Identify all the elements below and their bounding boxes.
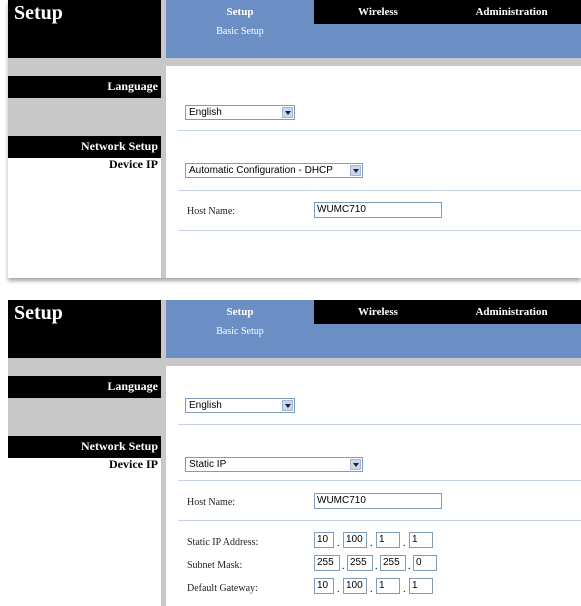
network-setup-heading: Network Setup [8,136,161,158]
section-title: Setup [14,302,63,324]
section-title: Setup [14,2,63,24]
tab-administration[interactable]: Administration [442,0,581,24]
sidebar: Setup Language Network Setup Device IP [8,300,161,606]
tab-administration[interactable]: Administration [442,300,581,324]
gateway-octet-4[interactable]: 1 [409,578,433,594]
setup-panel-dhcp: Setup Language Network Setup Device IP S… [8,0,581,278]
chevron-down-icon[interactable] [282,107,293,118]
chevron-down-icon[interactable] [350,459,361,470]
tab-setup[interactable]: Setup [166,300,314,324]
static-ip-octet-2[interactable]: 100 [343,532,367,548]
language-select[interactable]: English [185,105,295,120]
host-name-label: Host Name: [187,497,236,508]
subtab-basic-setup[interactable]: Basic Setup [166,326,314,337]
static-ip-octet-1[interactable]: 10 [314,532,334,548]
tab-wireless[interactable]: Wireless [314,0,442,24]
subtab-basic-setup[interactable]: Basic Setup [166,26,314,37]
default-gateway-label: Default Gateway: [187,583,258,594]
top-nav: Setup Wireless Administration Basic Setu… [166,300,581,358]
subnet-octet-2[interactable]: 255 [347,555,373,571]
language-heading: Language [8,376,161,398]
static-ip-octet-3[interactable]: 1 [376,532,400,548]
network-setup-heading: Network Setup [8,436,161,458]
ip-mode-select[interactable]: Automatic Configuration - DHCP [185,163,363,178]
tab-setup[interactable]: Setup [166,0,314,24]
gateway-octet-3[interactable]: 1 [376,578,400,594]
language-heading: Language [8,76,161,98]
gateway-octet-1[interactable]: 10 [314,578,334,594]
tab-wireless[interactable]: Wireless [314,300,442,324]
ip-mode-select[interactable]: Static IP [185,457,363,472]
static-ip-octet-4[interactable]: 1 [409,532,433,548]
subnet-octet-1[interactable]: 255 [314,555,340,571]
chevron-down-icon[interactable] [350,165,361,176]
subnet-octet-4[interactable]: 0 [413,555,437,571]
host-name-input[interactable]: WUMC710 [314,493,442,509]
section-header: Setup [8,0,161,58]
subnet-octet-3[interactable]: 255 [380,555,406,571]
language-select[interactable]: English [185,398,295,413]
top-nav: Setup Wireless Administration Basic Setu… [166,0,581,58]
gateway-octet-2[interactable]: 100 [343,578,367,594]
subnet-mask-label: Subnet Mask: [187,560,243,571]
device-ip-label: Device IP [109,457,158,471]
static-ip-label: Static IP Address: [187,537,259,548]
sidebar: Setup Language Network Setup Device IP [8,0,161,278]
host-name-label: Host Name: [187,206,236,217]
section-header: Setup [8,300,161,358]
host-name-input[interactable]: WUMC710 [314,202,442,218]
chevron-down-icon[interactable] [282,400,293,411]
setup-panel-static: Setup Language Network Setup Device IP S… [8,300,581,606]
device-ip-label: Device IP [109,157,158,171]
